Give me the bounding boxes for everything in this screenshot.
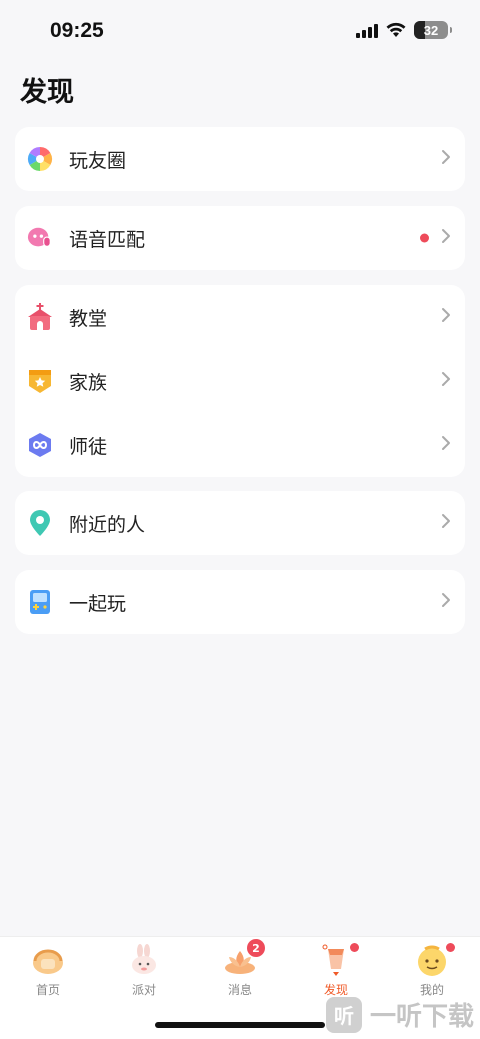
menu-item-label: 玩友圈 [69, 149, 127, 172]
battery-icon: 32 [414, 21, 452, 39]
card-play-together: 一起玩 [15, 570, 465, 634]
tab-party[interactable]: 派对 [96, 943, 192, 1003]
menu-item-label: 语音匹配 [69, 228, 146, 251]
tab-discover[interactable]: 发现 [288, 943, 384, 1003]
status-time: 09:25 [50, 19, 104, 42]
menu-item-play-together[interactable]: 一起玩 [15, 570, 465, 634]
page-title: 发现 [20, 77, 74, 108]
menu-item-label: 附近的人 [69, 513, 146, 536]
chevron-right-icon [441, 149, 451, 169]
voice-match-icon [27, 225, 53, 251]
tab-profile[interactable]: 我的 [384, 943, 480, 1003]
party-rabbit-icon [127, 943, 161, 977]
menu-item-nearby[interactable]: 附近的人 [15, 491, 465, 555]
chevron-right-icon [441, 435, 451, 455]
menu-item-family[interactable]: 家族 [15, 349, 465, 413]
family-icon [27, 368, 53, 394]
chevron-right-icon [441, 228, 451, 248]
menu-item-label: 一起玩 [69, 592, 127, 615]
watermark: 听 一听下载 [325, 996, 474, 1033]
status-bar: 09:25 32 [0, 0, 480, 62]
home-icon [31, 943, 65, 977]
battery-level: 32 [423, 22, 439, 38]
card-moments: 玩友圈 [15, 127, 465, 191]
mentor-icon [27, 432, 53, 458]
watermark-logo: 听 [325, 996, 362, 1033]
menu-item-label: 家族 [69, 371, 108, 394]
card-nearby: 附近的人 [15, 491, 465, 555]
card-social-groups: 教堂 家族 师徒 [15, 285, 465, 477]
card-voice-match: 语音匹配 [15, 206, 465, 270]
pinwheel-icon [27, 146, 53, 172]
profile-avatar-icon [415, 943, 455, 977]
message-lotus-icon: 2 [223, 939, 265, 977]
discover-lantern-icon [319, 943, 359, 977]
chevron-right-icon [441, 513, 451, 533]
menu-item-church[interactable]: 教堂 [15, 285, 465, 349]
tab-home[interactable]: 首页 [0, 943, 96, 1003]
unread-count-badge: 2 [247, 939, 265, 957]
menu-item-voice-match[interactable]: 语音匹配 [15, 206, 465, 270]
tab-label: 派对 [131, 983, 156, 997]
tab-messages[interactable]: 2 消息 [192, 939, 288, 1003]
menu-item-moments[interactable]: 玩友圈 [15, 127, 465, 191]
tab-label: 消息 [227, 983, 252, 997]
tab-dot [446, 943, 455, 952]
tab-dot [350, 943, 359, 952]
wifi-icon [386, 22, 406, 38]
watermark-text: 一听下载 [369, 1002, 474, 1032]
chevron-right-icon [441, 371, 451, 391]
church-icon [27, 303, 53, 330]
menu-item-mentor[interactable]: 师徒 [15, 413, 465, 477]
game-console-icon [27, 589, 53, 615]
new-indicator-dot [420, 233, 429, 243]
menu-item-label: 教堂 [69, 307, 108, 330]
home-indicator [155, 1022, 325, 1028]
chevron-right-icon [441, 307, 451, 327]
location-pin-icon [27, 510, 53, 536]
signal-icon [356, 22, 378, 38]
menu-item-label: 师徒 [69, 435, 108, 458]
status-icons: 32 [356, 21, 452, 39]
tab-label: 首页 [35, 983, 60, 997]
chevron-right-icon [441, 592, 451, 612]
